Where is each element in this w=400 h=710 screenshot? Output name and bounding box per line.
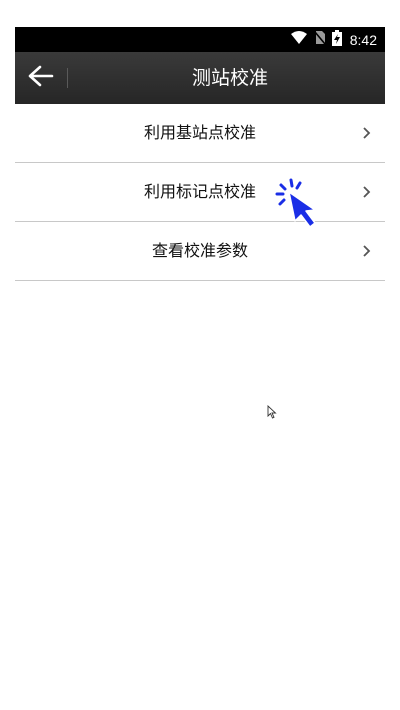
menu-item-marker-point-calibration[interactable]: 利用标记点校准 <box>15 163 385 222</box>
menu-item-view-calibration-parameters[interactable]: 查看校准参数 <box>15 222 385 281</box>
mouse-pointer-icon <box>267 404 277 419</box>
status-icons: 8:42 <box>290 27 377 52</box>
arrow-left-icon <box>26 64 54 92</box>
wifi-icon <box>290 30 308 49</box>
status-bar: 8:42 <box>15 27 385 52</box>
back-button[interactable] <box>15 52 65 104</box>
calibration-menu: 利用基站点校准 利用标记点校准 查看校准参数 <box>15 104 385 281</box>
menu-item-base-station-calibration[interactable]: 利用基站点校准 <box>15 104 385 163</box>
title-divider <box>67 68 68 88</box>
chevron-right-icon <box>361 183 373 201</box>
battery-charging-icon <box>331 29 342 50</box>
chevron-right-icon <box>361 242 373 260</box>
menu-item-label: 查看校准参数 <box>151 241 248 260</box>
click-cursor-icon <box>275 177 327 229</box>
status-time: 8:42 <box>349 31 377 48</box>
chevron-right-icon <box>361 124 373 142</box>
title-bar: 测站校准 <box>15 52 385 104</box>
menu-item-label: 利用标记点校准 <box>143 182 256 201</box>
app-screen: 8:42 测站校准 利用基站点校准 利用标记点校准 查看校准参数 <box>15 27 385 710</box>
page-title: 测站校准 <box>191 67 268 89</box>
no-sim-icon <box>314 30 326 49</box>
menu-item-label: 利用基站点校准 <box>143 123 256 142</box>
